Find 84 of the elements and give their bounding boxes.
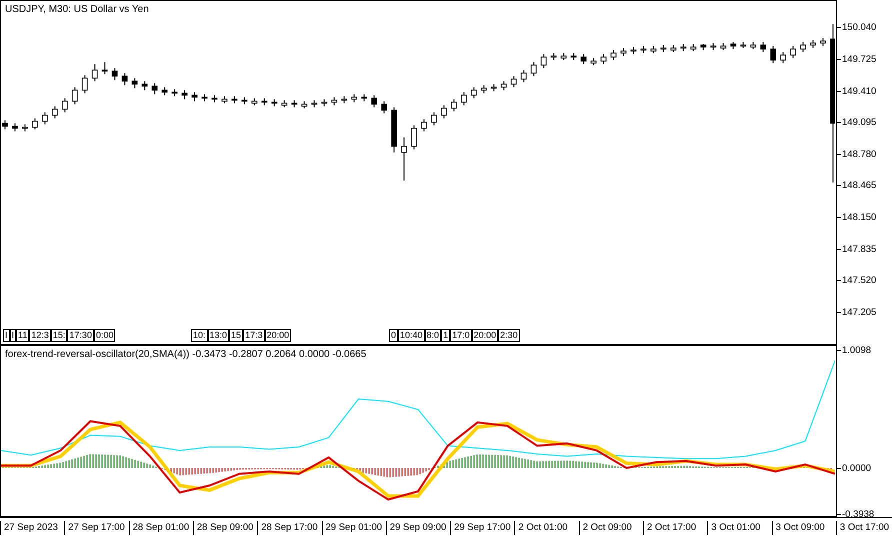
time-tag: 0:00 bbox=[94, 329, 116, 342]
candlestick bbox=[122, 72, 128, 86]
candlestick bbox=[92, 64, 98, 82]
candlestick bbox=[371, 94, 378, 108]
time-tag: 11 bbox=[16, 329, 30, 342]
time-tag: 10: bbox=[191, 329, 208, 342]
time-label: 27 Sep 17:00 bbox=[64, 521, 125, 536]
time-label: 29 Sep 01:00 bbox=[322, 521, 382, 536]
oscillator-label: -0.3938 bbox=[837, 508, 874, 520]
time-tag: 2:30 bbox=[498, 329, 520, 342]
time-tag: 15: bbox=[50, 329, 68, 342]
time-tag: 20:00 bbox=[264, 329, 292, 342]
candlestick bbox=[72, 86, 78, 105]
time-label: 29 Sep 09:00 bbox=[386, 521, 446, 536]
candlestick bbox=[760, 42, 766, 53]
time-tag: 1 bbox=[441, 329, 450, 342]
time-label: 28 Sep 09:00 bbox=[192, 521, 254, 536]
candlestick bbox=[192, 92, 198, 102]
time-label: 2 Oct 09:00 bbox=[578, 521, 632, 536]
candlestick bbox=[82, 74, 88, 94]
candlestick bbox=[381, 100, 387, 114]
candlestick bbox=[580, 54, 586, 65]
price-label: 147.205 bbox=[837, 306, 876, 318]
price-label: 150.040 bbox=[837, 22, 876, 34]
oscillator-label: 0.0000 bbox=[837, 462, 872, 474]
oscillator-label: 1.0098 bbox=[837, 344, 872, 356]
candlestick bbox=[610, 50, 616, 61]
candlestick bbox=[132, 78, 138, 89]
candlestick bbox=[540, 54, 547, 69]
price-label: 147.835 bbox=[837, 244, 876, 255]
candlestick bbox=[500, 80, 507, 91]
candlestick bbox=[182, 90, 188, 100]
time-tag: 10:40 bbox=[398, 329, 425, 342]
candlestick bbox=[52, 106, 58, 119]
time-tag: 17:30 bbox=[67, 329, 94, 342]
chart-title: USDJPY, M30: US Dollar vs Yen bbox=[5, 4, 149, 15]
time-label: 2 Oct 01:00 bbox=[514, 521, 568, 536]
candlestick bbox=[42, 112, 48, 125]
candlestick bbox=[520, 70, 527, 83]
time-label: 29 Sep 17:00 bbox=[450, 521, 511, 536]
time-label: 3 Oct 09:00 bbox=[772, 521, 825, 536]
candlestick bbox=[780, 52, 786, 64]
candlestick bbox=[441, 104, 447, 119]
time-tag: 15 bbox=[229, 329, 244, 342]
time-tag: I bbox=[3, 329, 10, 342]
price-label: 148.150 bbox=[837, 212, 876, 224]
time-tag: 8:0 bbox=[424, 329, 442, 342]
time-tag: 12:3 bbox=[29, 329, 51, 342]
time-tag: 0 bbox=[389, 329, 398, 342]
candlestick bbox=[600, 54, 606, 65]
time-label: 2 Oct 17:00 bbox=[643, 521, 696, 536]
candlestick bbox=[411, 124, 417, 150]
indicator-label: forex-trend-reversal-oscillator(20,SMA(4)) -0.3473 -0.2807 0.2064 0.0000 -0.0665 bbox=[5, 349, 366, 360]
time-label: 27 Sep 2023 bbox=[0, 521, 58, 536]
time-label: 3 Oct 01:00 bbox=[707, 521, 760, 536]
candlestick bbox=[112, 68, 118, 81]
candlestick bbox=[770, 46, 776, 64]
price-label: 149.725 bbox=[837, 54, 876, 66]
candlestick bbox=[790, 46, 796, 59]
candlestick bbox=[152, 82, 158, 95]
candlestick bbox=[102, 62, 108, 75]
price-label: 148.465 bbox=[837, 180, 876, 192]
candlestick bbox=[800, 42, 806, 53]
time-label: 28 Sep 01:00 bbox=[128, 521, 190, 536]
candlestick bbox=[431, 112, 437, 126]
candlestick bbox=[530, 62, 537, 77]
time-tag: 17:0 bbox=[450, 329, 472, 342]
price-label: 149.095 bbox=[837, 117, 876, 128]
time-tag: 20:00 bbox=[472, 329, 498, 342]
price-label: 148.780 bbox=[837, 148, 876, 160]
candlestick bbox=[421, 118, 427, 132]
candlestick bbox=[451, 98, 457, 112]
time-label: 28 Sep 17:00 bbox=[257, 521, 318, 536]
candlestick bbox=[510, 76, 517, 88]
candlestick bbox=[62, 98, 68, 113]
price-label: 147.520 bbox=[837, 275, 876, 286]
time-label: 3 Oct 17:00 bbox=[836, 521, 890, 536]
price-label: 149.410 bbox=[837, 86, 876, 97]
candlestick bbox=[460, 92, 467, 106]
candlestick bbox=[32, 118, 38, 130]
time-tag: 17:3 bbox=[243, 329, 265, 342]
candlestick bbox=[470, 86, 477, 99]
candlestick bbox=[401, 136, 407, 181]
time-tag: 13:0 bbox=[208, 329, 230, 342]
